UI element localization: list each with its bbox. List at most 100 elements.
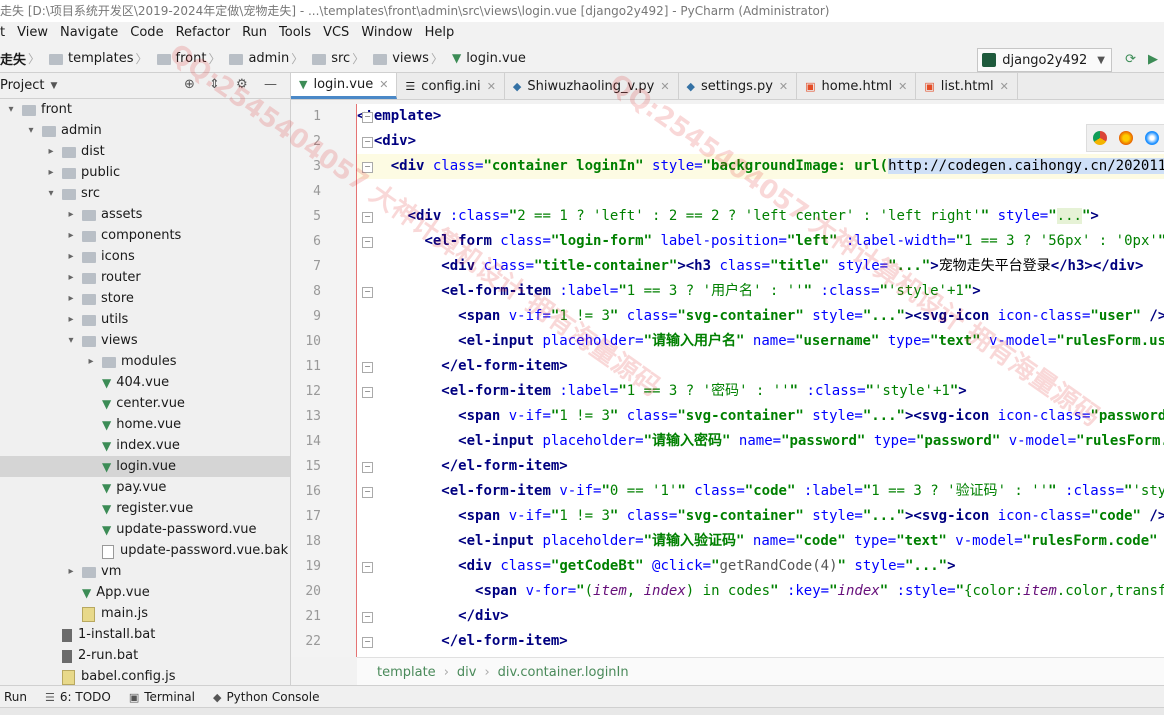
chevron-right-icon[interactable]: ▸ [64, 272, 78, 283]
fold-marker[interactable]: − [362, 362, 373, 373]
tab-shiwuzhaoling-py[interactable]: ◆ Shiwuzhaoling_v.py ✕ [505, 73, 679, 99]
tab-config-ini[interactable]: ☰ config.ini ✕ [397, 73, 505, 99]
close-icon[interactable]: ✕ [1000, 80, 1009, 93]
close-icon[interactable]: ✕ [660, 80, 669, 93]
tree-item[interactable]: ▼ pay.vue [0, 477, 290, 498]
menu-item-code[interactable]: Code [124, 22, 169, 44]
tab-list-html[interactable]: ▣ list.html ✕ [916, 73, 1018, 99]
tree-item[interactable]: ▼ index.vue [0, 435, 290, 456]
tree-item[interactable]: main.js [0, 603, 290, 624]
menu-item-vcs[interactable]: VCS [317, 22, 355, 44]
fold-marker[interactable]: − [362, 237, 373, 248]
tab-home-html[interactable]: ▣ home.html ✕ [797, 73, 917, 99]
run-configuration-dropdown[interactable]: django2y492 ▼ [977, 48, 1112, 72]
menu-item-tools[interactable]: Tools [273, 22, 317, 44]
menu-item-navigate[interactable]: Navigate [54, 22, 124, 44]
chevron-right-icon[interactable]: ▸ [64, 293, 78, 304]
breadcrumb-div[interactable]: div [457, 665, 477, 680]
rerun-icon[interactable]: ⟳ [1125, 52, 1136, 67]
fold-marker[interactable]: − [362, 137, 373, 148]
tree-item[interactable]: update-password.vue.bak [0, 540, 290, 561]
menu-item-view[interactable]: View [11, 22, 54, 44]
collapse-all-icon[interactable]: ⇕ [209, 77, 220, 92]
tree-item[interactable]: ▾ views [0, 330, 290, 351]
firefox-icon[interactable] [1119, 131, 1133, 145]
tree-item[interactable]: ▼ home.vue [0, 414, 290, 435]
fold-marker[interactable]: − [362, 637, 373, 648]
tree-item[interactable]: ▼ register.vue [0, 498, 290, 519]
chrome-icon[interactable] [1093, 131, 1107, 145]
tree-item[interactable]: ▾ front [0, 99, 290, 120]
fold-marker[interactable]: − [362, 487, 373, 498]
fold-marker[interactable]: − [362, 462, 373, 473]
chevron-right-icon[interactable]: ▸ [64, 209, 78, 220]
close-icon[interactable]: ✕ [779, 80, 788, 93]
chevron-right-icon[interactable]: ▸ [64, 230, 78, 241]
chevron-down-icon[interactable]: ▾ [64, 335, 78, 346]
tree-item[interactable]: 1-install.bat [0, 624, 290, 645]
chevron-down-icon[interactable]: ▾ [24, 125, 38, 136]
menu-item-tools-partial[interactable]: t [0, 22, 11, 44]
tab-settings-py[interactable]: ◆ settings.py ✕ [679, 73, 798, 99]
nav-crumb-src[interactable]: src 〉 [312, 44, 373, 72]
chevron-right-icon[interactable]: ▸ [64, 566, 78, 577]
hide-icon[interactable]: — [264, 77, 277, 92]
tree-item[interactable]: ▼ App.vue [0, 582, 290, 603]
chevron-down-icon[interactable]: ▾ [44, 188, 58, 199]
gear-icon[interactable]: ⚙ [236, 77, 248, 92]
tree-item[interactable]: babel.config.js [0, 666, 290, 687]
chevron-right-icon[interactable]: ▸ [84, 356, 98, 367]
menu-item-help[interactable]: Help [419, 22, 461, 44]
tree-item[interactable]: ▼ 404.vue [0, 372, 290, 393]
tree-item[interactable]: ▼ login.vue [0, 456, 290, 477]
nav-crumb-front[interactable]: front 〉 [156, 44, 230, 72]
fold-marker[interactable]: − [362, 162, 373, 173]
nav-crumb-admin[interactable]: admin 〉 [229, 44, 312, 72]
chevron-right-icon[interactable]: ▸ [64, 251, 78, 262]
chevron-right-icon[interactable]: ▸ [64, 314, 78, 325]
safari-icon[interactable] [1145, 131, 1159, 145]
tree-item[interactable]: ▸ public [0, 162, 290, 183]
tree-item[interactable]: ▸ store [0, 288, 290, 309]
tree-item[interactable]: ▸ vm [0, 561, 290, 582]
fold-marker[interactable]: − [362, 212, 373, 223]
tree-item[interactable]: ▾ src [0, 183, 290, 204]
tree-item[interactable]: ▸ router [0, 267, 290, 288]
tree-item[interactable]: ▸ icons [0, 246, 290, 267]
project-panel-title[interactable]: Project [0, 78, 44, 93]
python-console-tool-button[interactable]: ◆ Python Console [213, 690, 320, 704]
tree-item[interactable]: ▾ admin [0, 120, 290, 141]
breadcrumb-div-container[interactable]: div.container.loginIn [498, 665, 629, 680]
tree-item[interactable]: ▸ modules [0, 351, 290, 372]
menu-item-window[interactable]: Window [355, 22, 418, 44]
fold-marker[interactable]: − [362, 112, 373, 123]
run-icon[interactable]: ▶ [1148, 52, 1158, 67]
tree-item[interactable]: ▼ update-password.vue [0, 519, 290, 540]
fold-marker[interactable]: − [362, 287, 373, 298]
menu-item-refactor[interactable]: Refactor [170, 22, 237, 44]
chevron-down-icon[interactable]: ▼ [50, 81, 57, 91]
run-tool-button[interactable]: Run [4, 690, 27, 704]
fold-marker[interactable]: − [362, 612, 373, 623]
nav-crumb-login-vue[interactable]: ▼ login.vue [452, 44, 532, 72]
todo-tool-button[interactable]: ☰ 6: TODO [45, 690, 111, 704]
tree-item[interactable]: ▸ utils [0, 309, 290, 330]
locate-icon[interactable]: ⊕ [184, 77, 195, 92]
nav-crumb-templates[interactable]: templates 〉 [49, 44, 156, 72]
menu-item-run[interactable]: Run [236, 22, 273, 44]
close-icon[interactable]: ✕ [898, 80, 907, 93]
chevron-right-icon[interactable]: ▸ [44, 167, 58, 178]
chevron-down-icon[interactable]: ▾ [4, 104, 18, 115]
breadcrumb-template[interactable]: template [377, 665, 436, 680]
tree-item[interactable]: ▸ dist [0, 141, 290, 162]
nav-crumb-views[interactable]: views 〉 [373, 44, 452, 72]
nav-crumb-root[interactable]: 走失〉 [0, 44, 49, 72]
close-icon[interactable]: ✕ [487, 80, 496, 93]
code-editor[interactable]: <template> <div> <div class="container l… [357, 104, 1164, 657]
tree-item[interactable]: ▸ components [0, 225, 290, 246]
fold-marker[interactable]: − [362, 562, 373, 573]
tree-item[interactable]: ▼ center.vue [0, 393, 290, 414]
chevron-right-icon[interactable]: ▸ [44, 146, 58, 157]
tree-item[interactable]: 2-run.bat [0, 645, 290, 666]
terminal-tool-button[interactable]: ▣ Terminal [129, 690, 195, 704]
